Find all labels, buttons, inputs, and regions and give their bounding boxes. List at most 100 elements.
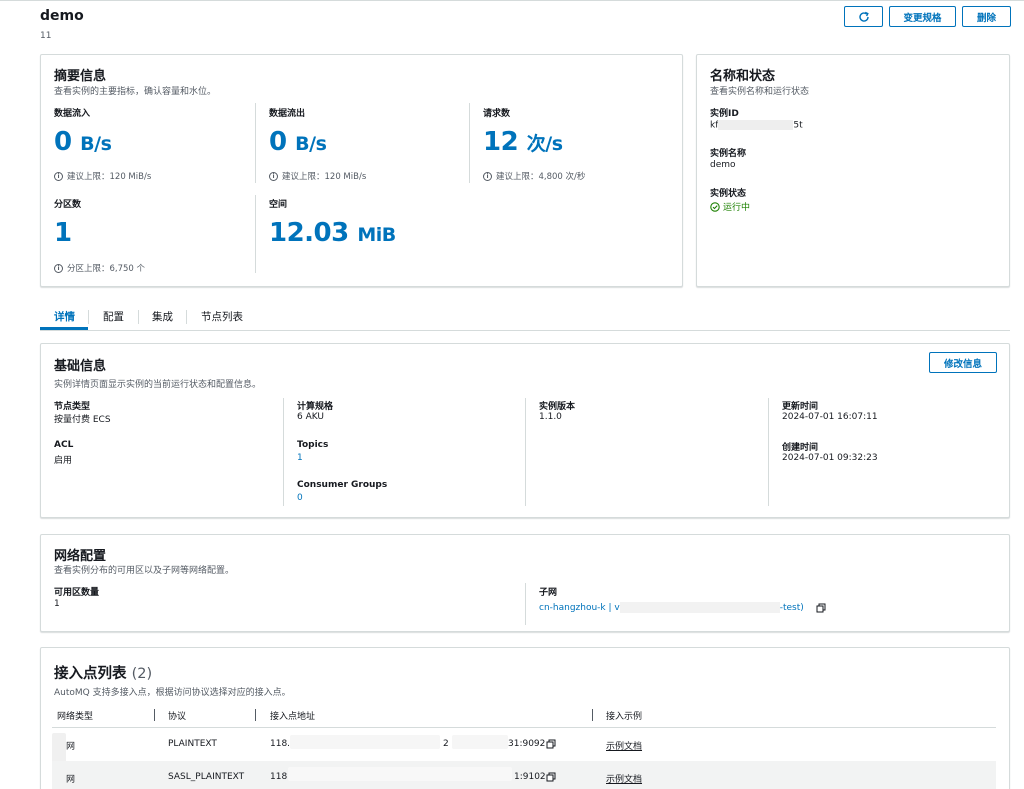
basic-info-desc: 实例详情页面显示实例的当前运行状态和配置信息。 (54, 380, 262, 390)
tab-integration[interactable]: 集成 (152, 309, 173, 324)
metric-label-outbound: 数据流出 (269, 109, 306, 119)
endpoints-title: 接入点列表 (2) (54, 666, 153, 682)
column-separator (592, 709, 593, 721)
az-count-value: 1 (54, 599, 60, 609)
delete-button[interactable]: 删除 (962, 6, 1011, 27)
consumer-groups-label: Consumer Groups (297, 480, 388, 490)
redaction-mask (619, 602, 780, 613)
example-doc-link[interactable]: 示例文档 (606, 739, 642, 752)
column-separator (255, 709, 256, 721)
spec-label: 计算规格 (297, 402, 334, 412)
row-protocol: SASL_PLAINTEXT (168, 772, 245, 782)
tab-separator (186, 310, 187, 324)
row-address-mid: 2 (443, 739, 449, 749)
tab-config[interactable]: 配置 (103, 309, 124, 324)
divider (283, 398, 284, 506)
metric-value-storage: 12.03 MiB (269, 218, 396, 248)
row-network-type: 网 (66, 742, 76, 752)
column-separator (154, 709, 155, 721)
subnet-link[interactable]: cn-hangzhou-k | v -test) (539, 602, 826, 613)
acl-value: 启用 (54, 456, 73, 466)
tab-details[interactable]: 详情 (54, 309, 75, 324)
tab-nodes[interactable]: 节点列表 (201, 309, 243, 324)
info-icon: i (54, 171, 63, 181)
status-title: 名称和状态 (710, 69, 776, 84)
metric-hint-partitions: i 分区上限：6,750 个 (54, 262, 145, 274)
row-protocol: PLAINTEXT (168, 739, 217, 749)
copy-icon[interactable] (546, 772, 556, 782)
refresh-icon (858, 11, 869, 22)
row-address-prefix: 118 (270, 772, 288, 782)
summary-title: 摘要信息 (54, 69, 107, 84)
tab-separator (88, 310, 89, 324)
status-card: 名称和状态 查看实例名称和运行状态 实例ID kf 5t 实例名称 demo 实例… (696, 54, 1010, 287)
metric-hint-outbound: i 建议上限：120 MiB/s (269, 170, 366, 182)
updated-time-value: 2024-07-01 16:07:11 (782, 412, 878, 422)
topics-link[interactable]: 1 (297, 453, 303, 463)
basic-info-title: 基础信息 (54, 359, 107, 374)
instance-id-label: 实例ID (710, 109, 739, 119)
created-time-value: 2024-07-01 09:32:23 (782, 453, 878, 463)
redaction-mask (718, 120, 794, 130)
subnet-label: 子网 (539, 588, 558, 598)
instance-state-label: 实例状态 (710, 189, 747, 199)
summary-card: 摘要信息 查看实例的主要指标，确认容量和水位。 数据流入 0 B/s i 建议上限… (40, 54, 683, 287)
divider (255, 195, 256, 273)
top-divider (0, 0, 1024, 1)
row-address-prefix: 118. (270, 739, 291, 749)
tab-separator (138, 310, 139, 324)
example-doc-link[interactable]: 示例文档 (606, 772, 642, 785)
refresh-button[interactable] (844, 6, 883, 27)
node-type-value: 按量付费 ECS (54, 415, 111, 425)
endpoints-desc: AutoMQ 支持多接入点，根据访问协议选择对应的接入点。 (54, 688, 291, 698)
row-address-suffix: 1:9102 (514, 772, 546, 782)
metric-hint-requests: i 建议上限：4,800 次/秒 (483, 170, 585, 182)
divider (525, 398, 526, 506)
version-label: 实例版本 (539, 402, 576, 412)
check-circle-icon (710, 201, 720, 212)
col-network-type: 网络类型 (57, 712, 94, 722)
row-network-type: 网 (66, 775, 76, 785)
metric-label-requests: 请求数 (483, 109, 511, 119)
acl-label: ACL (54, 440, 74, 450)
divider (469, 103, 470, 183)
consumer-groups-link[interactable]: 0 (297, 493, 303, 503)
topics-label: Topics (297, 440, 329, 450)
divider (255, 103, 256, 183)
metric-value-requests: 12 次/s (483, 127, 563, 157)
network-card: 网络配置 查看实例分布的可用区以及子网等网络配置。 可用区数量 1 子网 cn-… (40, 534, 1010, 632)
divider (768, 398, 769, 506)
instance-state-value: 运行中 (710, 200, 750, 213)
copy-icon[interactable] (816, 603, 826, 613)
tabs-divider (40, 330, 1010, 331)
instance-id-value: kf 5t (710, 120, 803, 131)
info-icon: i (269, 171, 278, 181)
col-address: 接入点地址 (270, 712, 316, 722)
edit-info-button[interactable]: 修改信息 (929, 352, 997, 373)
divider (525, 583, 526, 625)
redaction-mask (288, 767, 512, 781)
network-title: 网络配置 (54, 549, 107, 564)
change-spec-button[interactable]: 变更规格 (889, 6, 956, 27)
status-desc: 查看实例名称和运行状态 (710, 87, 810, 97)
redaction-mask (452, 735, 508, 749)
node-type-label: 节点类型 (54, 402, 91, 412)
col-protocol: 协议 (168, 712, 187, 722)
created-time-label: 创建时间 (782, 443, 819, 453)
page-subtitle: 11 (40, 31, 52, 41)
copy-icon[interactable] (546, 739, 556, 749)
metric-hint-inbound: i 建议上限：120 MiB/s (54, 170, 151, 182)
spec-value: 6 AKU (297, 412, 324, 422)
col-example: 接入示例 (606, 712, 643, 722)
metric-value-partitions: 1 (54, 218, 72, 248)
network-desc: 查看实例分布的可用区以及子网等网络配置。 (54, 566, 235, 576)
metric-value-outbound: 0 B/s (269, 127, 327, 157)
metric-label-partitions: 分区数 (54, 200, 82, 210)
page-title: demo (40, 8, 84, 24)
summary-desc: 查看实例的主要指标，确认容量和水位。 (54, 87, 217, 97)
instance-name-value: demo (710, 160, 736, 170)
instance-name-label: 实例名称 (710, 149, 747, 159)
metric-value-inbound: 0 B/s (54, 127, 112, 157)
table-header-divider (52, 727, 996, 728)
az-count-label: 可用区数量 (54, 588, 100, 598)
